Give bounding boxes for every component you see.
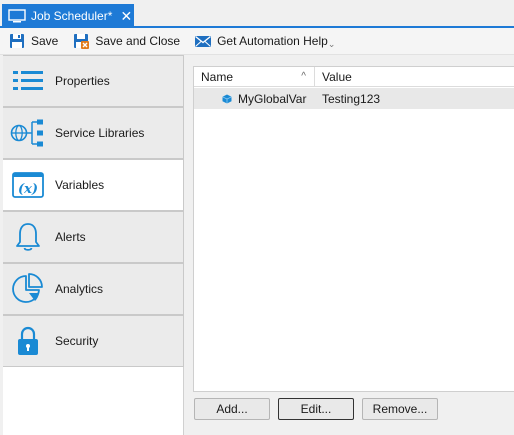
add-button[interactable]: Add... <box>194 398 270 420</box>
sidebar-item-label: Analytics <box>55 282 104 296</box>
document-tab-strip: Job Scheduler* ✕ <box>0 0 514 28</box>
sidebar-item-label: Security <box>55 334 99 348</box>
envelope-icon <box>195 35 212 47</box>
variable-cube-icon <box>222 94 232 103</box>
variables-panel: Name ^ Value MyGlobalVar Testing123 Add.… <box>184 55 514 435</box>
toolbar: Save Save and Close Get Automation Help … <box>0 28 514 55</box>
svg-text:(x): (x) <box>18 182 38 197</box>
save-and-close-icon <box>74 34 90 49</box>
tab-title: Job Scheduler* <box>31 9 113 23</box>
column-header-value[interactable]: Value <box>315 67 352 86</box>
overflow-chevron-icon[interactable]: ⌄ <box>328 39 336 50</box>
column-header-name-label: Name <box>201 70 234 84</box>
column-header-name[interactable]: Name ^ <box>194 67 315 87</box>
sidebar-item-variables[interactable]: (x) Variables <box>3 159 184 211</box>
save-icon <box>10 34 24 48</box>
sidebar-item-security[interactable]: Security <box>3 315 184 367</box>
sidebar-nav: Properties Service Libraries (x) Variabl… <box>3 55 184 435</box>
grid-header: Name ^ Value <box>194 67 514 87</box>
variables-grid[interactable]: Name ^ Value MyGlobalVar Testing123 <box>193 66 514 392</box>
tab-job-scheduler[interactable]: Job Scheduler* ✕ <box>2 4 134 28</box>
pie-chart-icon <box>12 273 43 303</box>
save-button[interactable]: Save <box>8 30 63 52</box>
sidebar-item-label: Alerts <box>55 230 86 244</box>
monitor-icon <box>8 9 26 23</box>
sidebar-item-alerts[interactable]: Alerts <box>3 211 184 263</box>
variables-icon: (x) <box>12 172 44 198</box>
properties-list-icon <box>13 71 43 90</box>
remove-button[interactable]: Remove... <box>362 398 438 420</box>
variable-name-cell: MyGlobalVar <box>238 91 307 106</box>
job-scheduler-window: Job Scheduler* ✕ Save Save and Close Get… <box>0 0 514 435</box>
sidebar-item-analytics[interactable]: Analytics <box>3 263 184 315</box>
save-label: Save <box>31 34 59 48</box>
get-automation-help-label: Get Automation Help <box>217 34 328 48</box>
sidebar-item-label: Variables <box>55 178 105 192</box>
sidebar-item-label: Properties <box>55 74 110 88</box>
sidebar-item-properties[interactable]: Properties <box>3 55 184 107</box>
sort-ascending-icon: ^ <box>301 71 306 82</box>
save-and-close-button[interactable]: Save and Close <box>72 30 185 52</box>
table-row[interactable]: MyGlobalVar Testing123 <box>194 88 514 109</box>
bell-icon <box>16 223 40 251</box>
edit-button[interactable]: Edit... <box>278 398 354 420</box>
column-header-value-label: Value <box>322 70 352 84</box>
get-automation-help-button[interactable]: Get Automation Help ⌄ <box>194 30 340 52</box>
save-and-close-label: Save and Close <box>95 34 181 48</box>
sidebar-item-label: Service Libraries <box>55 126 145 140</box>
sidebar-item-service-libraries[interactable]: Service Libraries <box>3 107 184 159</box>
service-libraries-icon <box>10 119 43 147</box>
lock-icon <box>18 326 38 355</box>
variable-value-cell: Testing123 <box>322 91 381 106</box>
close-icon[interactable]: ✕ <box>119 9 133 23</box>
